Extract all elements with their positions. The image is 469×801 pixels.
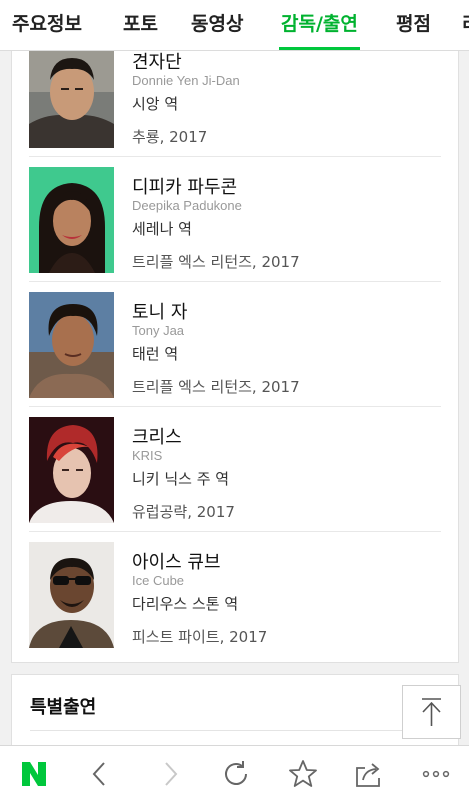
actor-photo[interactable] xyxy=(29,50,114,148)
bookmark-star-icon xyxy=(289,760,317,787)
cast-item[interactable]: 크리스 KRIS 니키 닉스 주 역 유럽공략, 2017 xyxy=(29,406,441,532)
actor-english-name: Ice Cube xyxy=(132,573,185,588)
actor-role: 태런 역 xyxy=(132,345,179,363)
actor-role: 니키 닉스 주 역 xyxy=(132,470,230,488)
actor-filmography[interactable]: 트리플 엑스 리턴즈, 2017 xyxy=(132,251,300,272)
browser-toolbar xyxy=(0,745,469,801)
actor-name: 크리스 xyxy=(132,427,182,448)
actor-english-name: Donnie Yen Ji-Dan xyxy=(132,73,240,88)
actor-photo[interactable] xyxy=(29,542,114,648)
more-icon xyxy=(422,770,450,778)
scroll-to-top-button[interactable] xyxy=(402,685,461,739)
tab-video[interactable]: 동영상 xyxy=(191,0,243,50)
actor-role: 시앙 역 xyxy=(132,95,179,113)
actor-filmography[interactable]: 트리플 엑스 리턴즈, 2017 xyxy=(132,376,300,397)
actor-role: 세레나 역 xyxy=(132,220,192,238)
actor-english-name: Deepika Padukone xyxy=(132,198,242,213)
tab-main-info[interactable]: 주요정보 xyxy=(12,0,82,50)
actor-name: 디피카 파두콘 xyxy=(132,177,238,198)
back-icon xyxy=(92,762,105,786)
actor-photo[interactable] xyxy=(29,417,114,523)
actor-name: 견자단 xyxy=(132,52,182,73)
divider xyxy=(30,730,440,731)
cast-item[interactable]: 토니 자 Tony Jaa 태런 역 트리플 엑스 리턴즈, 2017 xyxy=(29,281,441,407)
bookmark-button[interactable] xyxy=(277,746,327,801)
actor-name: 아이스 큐브 xyxy=(132,552,221,573)
refresh-button[interactable] xyxy=(210,746,260,801)
share-icon xyxy=(356,763,380,787)
naver-home-button[interactable] xyxy=(8,746,58,801)
actor-filmography[interactable]: 유럽공략, 2017 xyxy=(132,501,235,522)
arrow-up-icon xyxy=(422,698,441,726)
tab-director-cast[interactable]: 감독/출연 xyxy=(279,0,360,50)
actor-name: 토니 자 xyxy=(132,302,188,323)
back-button[interactable] xyxy=(74,746,124,801)
actor-filmography[interactable]: 추룡, 2017 xyxy=(132,126,207,147)
special-appearance-section: 특별출연 xyxy=(11,674,459,756)
actor-photo[interactable] xyxy=(29,167,114,273)
actor-role: 다리우스 스톤 역 xyxy=(132,595,239,613)
actor-english-name: KRIS xyxy=(132,448,163,463)
cast-item[interactable]: 견자단 Donnie Yen Ji-Dan 시앙 역 추룡, 2017 xyxy=(29,50,441,157)
forward-icon xyxy=(165,762,178,786)
share-button[interactable] xyxy=(343,746,393,801)
forward-button[interactable] xyxy=(144,746,194,801)
cast-list: 견자단 Donnie Yen Ji-Dan 시앙 역 추룡, 2017 디피카 … xyxy=(11,50,459,663)
actor-english-name: Tony Jaa xyxy=(132,323,185,338)
more-button[interactable] xyxy=(410,746,460,801)
refresh-icon xyxy=(225,761,247,785)
cast-item[interactable]: 디피카 파두콘 Deepika Padukone 세레나 역 트리플 엑스 리턴… xyxy=(29,156,441,282)
tab-photo[interactable]: 포토 xyxy=(123,0,158,50)
actor-filmography[interactable]: 피스트 파이트, 2017 xyxy=(132,626,267,647)
naver-logo-icon xyxy=(22,762,46,786)
tab-review[interactable]: 리 xyxy=(462,0,469,50)
tab-rating[interactable]: 평점 xyxy=(396,0,431,50)
section-title: 특별출연 xyxy=(30,697,97,718)
actor-photo[interactable] xyxy=(29,292,114,398)
cast-item[interactable]: 아이스 큐브 Ice Cube 다리우스 스톤 역 피스트 파이트, 2017 xyxy=(29,531,441,656)
tab-bar: 주요정보 포토 동영상 감독/출연 평점 리 xyxy=(0,0,469,51)
